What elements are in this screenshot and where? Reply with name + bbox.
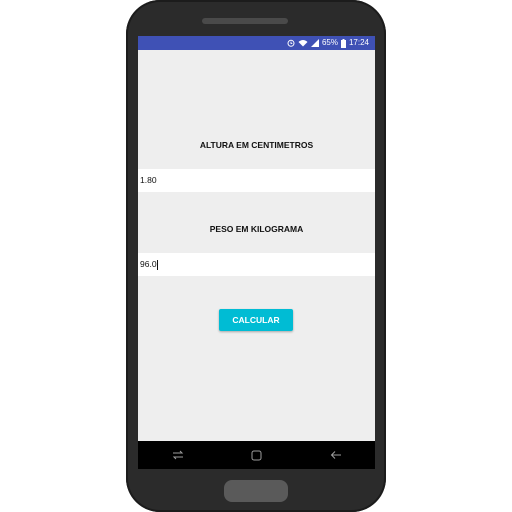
battery-percent: 65% [321, 38, 338, 47]
weight-label: PESO EM KILOGRAMA [209, 224, 304, 234]
status-bar: 65% 17:24 [138, 36, 375, 50]
height-input-value: 1.80 [140, 175, 157, 185]
physical-home-button[interactable] [224, 480, 288, 502]
height-input[interactable]: 1.80 [138, 169, 375, 192]
signal-icon [310, 39, 319, 47]
alarm-icon [287, 39, 295, 47]
battery-icon [340, 38, 346, 48]
navigation-bar [138, 441, 375, 469]
app-screen: 65% 17:24 ALTURA EM CENTIMETROS 1.80 PES… [138, 36, 375, 469]
text-cursor [156, 259, 158, 270]
status-time: 17:24 [348, 38, 369, 47]
height-label: ALTURA EM CENTIMETROS [199, 140, 314, 150]
recent-apps-icon[interactable] [170, 447, 186, 463]
weight-input-value: 96.0 [140, 259, 157, 269]
wifi-icon [298, 39, 308, 47]
phone-speaker [202, 18, 288, 24]
weight-input[interactable]: 96.0 [138, 253, 375, 276]
back-icon[interactable] [328, 447, 344, 463]
home-icon[interactable] [249, 447, 265, 463]
calculate-button[interactable]: CALCULAR [219, 309, 293, 331]
